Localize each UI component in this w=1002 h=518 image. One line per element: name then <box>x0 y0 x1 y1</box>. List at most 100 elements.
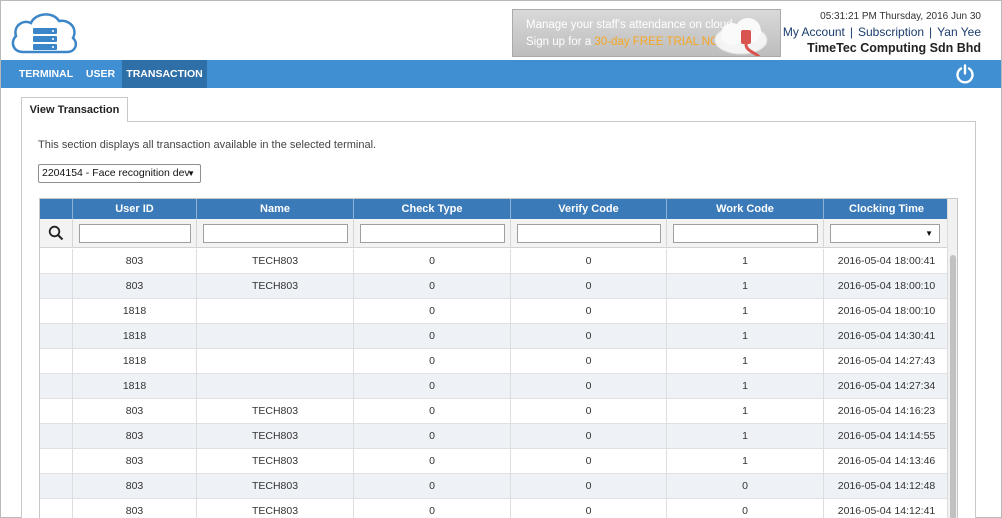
row-selector-cell <box>40 349 73 374</box>
column-header-verify-code[interactable]: Verify Code <box>511 199 667 219</box>
clocking-time-cell: 2016-05-04 14:12:48 <box>837 480 936 492</box>
filter-user-id-input[interactable] <box>79 224 191 243</box>
table-row[interactable]: 1818 0 0 1 2016-05-04 14:27:34 <box>40 374 949 399</box>
transaction-table: User ID Name Check Type Verify Code Work… <box>39 198 958 518</box>
work-code-cell: 1 <box>667 324 824 349</box>
user-id-cell: 803 <box>73 499 197 518</box>
column-header-work-code[interactable]: Work Code <box>667 199 824 219</box>
column-header-clocking-time[interactable]: Clocking Time <box>824 199 949 219</box>
row-selector-cell <box>40 399 73 424</box>
check-type-cell: 0 <box>354 249 511 274</box>
account-links: My Account | Subscription | Yan Yee <box>783 25 981 39</box>
table-row[interactable]: 1818 0 0 1 2016-05-04 14:30:41 <box>40 324 949 349</box>
filter-check-type-input[interactable] <box>360 224 505 243</box>
verify-code-cell: 0 <box>511 324 667 349</box>
user-id-cell: 803 <box>73 399 197 424</box>
filter-cell <box>197 219 354 248</box>
verify-code-cell: 0 <box>511 299 667 324</box>
filter-clocking-time-select[interactable]: ▼ <box>830 224 940 243</box>
banner-line-2-prefix: Sign up for a <box>526 36 595 48</box>
row-selector-cell <box>40 499 73 518</box>
table-row[interactable]: 803 TECH803 0 0 1 2016-05-04 14:14:55 <box>40 424 949 449</box>
clocking-time-cell: 2016-05-04 14:13:46 <box>837 455 936 467</box>
main-navbar: TERMINAL USER TRANSACTION <box>1 60 1001 88</box>
name-cell <box>197 374 354 399</box>
search-icon[interactable] <box>48 225 64 241</box>
clocking-time-cell: 2016-05-04 18:00:10 <box>837 280 936 292</box>
verify-code-cell: 0 <box>511 399 667 424</box>
verify-code-cell: 0 <box>511 424 667 449</box>
check-type-cell: 0 <box>354 324 511 349</box>
table-body: 803 TECH803 0 0 1 2016-05-04 18:00:41 803 TECH8… <box>40 249 949 518</box>
clocking-time-cell: 2016-05-04 14:12:41 <box>837 505 936 517</box>
filter-row: ▼ <box>40 219 949 248</box>
tab-view-transaction[interactable]: View Transaction <box>21 97 128 122</box>
row-selector-cell <box>40 324 73 349</box>
vertical-scrollbar[interactable] <box>947 199 957 518</box>
terminal-select[interactable]: 2204154 - Face recognition dev ▼ <box>38 164 201 183</box>
work-code-cell: 1 <box>667 274 824 299</box>
table-row[interactable]: 803 TECH803 0 0 1 2016-05-04 14:13:46 <box>40 449 949 474</box>
work-code-cell: 1 <box>667 299 824 324</box>
check-type-cell: 0 <box>354 499 511 518</box>
filter-verify-code-input[interactable] <box>517 224 661 243</box>
header: Manage your staff's attendance on cloud … <box>1 1 1001 59</box>
row-selector-cell <box>40 474 73 499</box>
dropdown-arrow-icon: ▼ <box>187 169 195 178</box>
user-id-cell: 803 <box>73 274 197 299</box>
nav-terminal[interactable]: TERMINAL <box>13 60 79 88</box>
filter-cell <box>511 219 667 248</box>
table-row[interactable]: 803 TECH803 0 0 0 2016-05-04 14:12:48 <box>40 474 949 499</box>
free-trial-banner[interactable]: Manage your staff's attendance on cloud … <box>512 9 781 57</box>
check-type-cell: 0 <box>354 474 511 499</box>
table-row[interactable]: 1818 0 0 1 2016-05-04 18:00:10 <box>40 299 949 324</box>
filter-name-input[interactable] <box>203 224 348 243</box>
name-cell <box>197 324 354 349</box>
column-header-name[interactable]: Name <box>197 199 354 219</box>
name-cell: TECH803 <box>197 499 354 518</box>
table-row[interactable]: 1818 0 0 1 2016-05-04 14:27:43 <box>40 349 949 374</box>
work-code-cell: 1 <box>667 374 824 399</box>
timetec-cloud-logo[interactable] <box>9 10 79 56</box>
row-selector-cell <box>40 424 73 449</box>
table-row[interactable]: 803 TECH803 0 0 1 2016-05-04 18:00:41 <box>40 249 949 274</box>
work-code-cell: 0 <box>667 499 824 518</box>
current-datetime: 05:31:21 PM Thursday, 2016 Jun 30 <box>820 11 981 22</box>
section-description: This section displays all transaction av… <box>38 139 377 151</box>
my-account-link[interactable]: My Account <box>783 25 845 39</box>
scrollbar-thumb[interactable] <box>950 255 956 518</box>
power-icon[interactable] <box>955 64 975 84</box>
subscription-link[interactable]: Subscription <box>858 25 924 39</box>
nav-user[interactable]: USER <box>79 60 122 88</box>
clocking-time-cell: 2016-05-04 14:27:43 <box>837 355 936 367</box>
verify-code-cell: 0 <box>511 449 667 474</box>
filter-cell <box>73 219 197 248</box>
name-cell: TECH803 <box>197 399 354 424</box>
clocking-time-cell: 2016-05-04 14:30:41 <box>837 330 936 342</box>
column-header-check-type[interactable]: Check Type <box>354 199 511 219</box>
table-row[interactable]: 803 TECH803 0 0 0 2016-05-04 14:12:41 <box>40 499 949 518</box>
banner-line-2: Sign up for a 30-day FREE TRIAL NOW! <box>526 36 733 48</box>
check-type-cell: 0 <box>354 399 511 424</box>
user-id-cell: 803 <box>73 424 197 449</box>
name-cell: TECH803 <box>197 449 354 474</box>
user-id-cell: 1818 <box>73 324 197 349</box>
user-id-cell: 803 <box>73 449 197 474</box>
nav-transaction[interactable]: TRANSACTION <box>122 60 207 88</box>
table-row[interactable]: 803 TECH803 0 0 1 2016-05-04 18:00:10 <box>40 274 949 299</box>
name-cell <box>197 299 354 324</box>
filter-work-code-input[interactable] <box>673 224 818 243</box>
row-selector-cell <box>40 274 73 299</box>
clocking-time-cell: 2016-05-04 14:16:23 <box>837 405 936 417</box>
column-header-user-id[interactable]: User ID <box>73 199 197 219</box>
work-code-cell: 1 <box>667 249 824 274</box>
user-name-link[interactable]: Yan Yee <box>937 25 981 39</box>
row-selector-cell <box>40 374 73 399</box>
work-code-cell: 1 <box>667 424 824 449</box>
cloud-plug-icon <box>714 18 768 56</box>
verify-code-cell: 0 <box>511 249 667 274</box>
table-row[interactable]: 803 TECH803 0 0 1 2016-05-04 14:16:23 <box>40 399 949 424</box>
clocking-time-cell: 2016-05-04 18:00:41 <box>837 255 936 267</box>
name-cell: TECH803 <box>197 474 354 499</box>
clocking-time-cell: 2016-05-04 14:14:55 <box>837 430 936 442</box>
